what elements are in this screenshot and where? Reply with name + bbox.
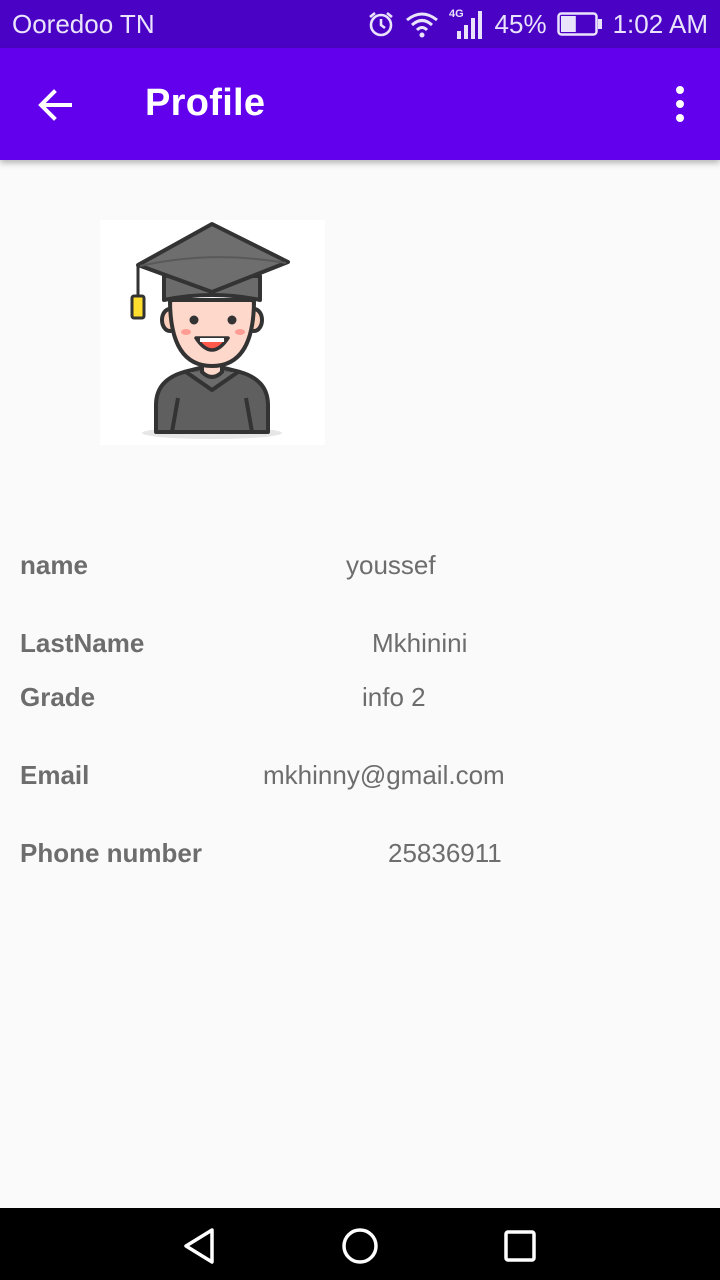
page-title: Profile (145, 82, 266, 124)
network-type: 4G (449, 8, 464, 20)
email-label: Email (20, 760, 90, 790)
recents-square-icon (504, 1230, 536, 1262)
avatar (100, 220, 325, 445)
phone-value: 25836911 (388, 838, 502, 868)
home-circle-icon (342, 1228, 378, 1264)
nav-back-button[interactable] (180, 1226, 220, 1266)
back-button[interactable] (28, 78, 82, 132)
app-bar: Profile (0, 48, 720, 160)
profile-row-phone: Phone number 25836911 (0, 833, 720, 873)
email-value: mkhinny@gmail.com (263, 760, 505, 790)
grade-value: info 2 (362, 682, 426, 712)
alarm-icon (368, 11, 393, 37)
last-name-label: LastName (20, 628, 145, 658)
name-value: youssef (346, 550, 436, 580)
arrow-left-icon (38, 89, 72, 121)
status-icons: 4G 45% 1:02 AM (367, 7, 708, 41)
nav-home-button[interactable] (340, 1226, 380, 1266)
wifi-icon (405, 12, 438, 38)
clock: 1:02 AM (612, 8, 708, 39)
signal-icon: 4G (449, 8, 482, 39)
battery-icon (556, 12, 602, 36)
name-label: name (20, 550, 88, 580)
profile-row-grade: Grade info 2 (0, 677, 720, 717)
profile-row-last-name: LastName Mkhinini (0, 623, 720, 663)
carrier-name: Ooredoo TN (12, 8, 155, 39)
profile-row-email: Email mkhinny@gmail.com (0, 755, 720, 795)
phone-label: Phone number (20, 838, 203, 868)
profile-row-name: name youssef (0, 545, 720, 585)
battery-percent: 45% (494, 8, 547, 39)
overflow-menu-button[interactable] (664, 82, 696, 126)
status-bar: Ooredoo TN 4G 45% 1:02 AM (0, 0, 720, 48)
last-name-value: Mkhinini (372, 628, 468, 658)
navigation-bar (0, 1208, 720, 1280)
grade-label: Grade (20, 682, 96, 712)
more-vert-icon (676, 86, 684, 122)
nav-recents-button[interactable] (500, 1226, 540, 1266)
graduate-avatar-icon (130, 222, 290, 439)
back-triangle-icon (184, 1228, 214, 1264)
